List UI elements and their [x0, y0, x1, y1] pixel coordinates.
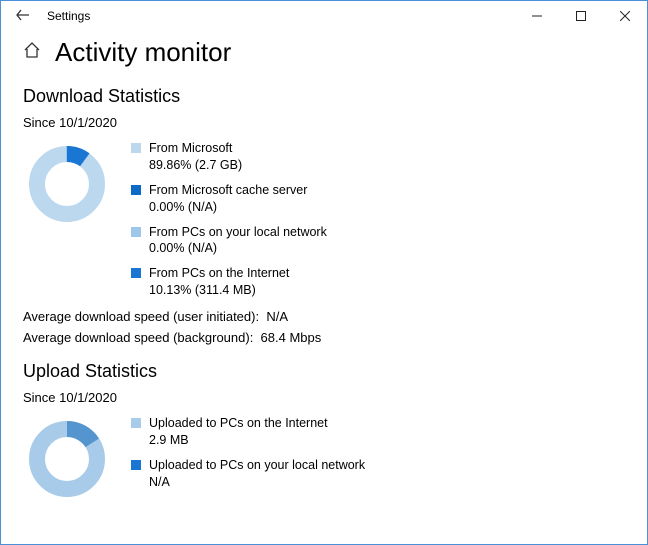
upload-since: Since 10/1/2020 — [23, 390, 625, 405]
download-since: Since 10/1/2020 — [23, 115, 625, 130]
legend-label: From Microsoft — [149, 140, 242, 157]
legend-label: From PCs on the Internet — [149, 265, 289, 282]
legend-value: 0.00% (N/A) — [149, 240, 327, 257]
avg-label: Average download speed (background): — [23, 330, 253, 345]
window-controls — [515, 1, 647, 31]
legend-label: From Microsoft cache server — [149, 182, 307, 199]
avg-label: Average download speed (user initiated): — [23, 309, 259, 324]
legend-value: 89.86% (2.7 GB) — [149, 157, 242, 174]
content-area: Activity monitor Download Statistics Sin… — [1, 31, 647, 528]
legend-value: 2.9 MB — [149, 432, 328, 449]
download-section-title: Download Statistics — [23, 86, 625, 107]
swatch-icon — [131, 143, 141, 153]
legend-label: Uploaded to PCs on the Internet — [149, 415, 328, 432]
upload-legend: Uploaded to PCs on the Internet 2.9 MB U… — [131, 415, 365, 491]
swatch-icon — [131, 185, 141, 195]
upload-stats-block: Uploaded to PCs on the Internet 2.9 MB U… — [23, 415, 625, 508]
avg-download-user: Average download speed (user initiated):… — [23, 309, 625, 324]
avg-value: 68.4 Mbps — [261, 330, 322, 345]
swatch-icon — [131, 418, 141, 428]
upload-section-title: Upload Statistics — [23, 361, 625, 382]
legend-item: Uploaded to PCs on the Internet 2.9 MB — [131, 415, 365, 449]
legend-value: 10.13% (311.4 MB) — [149, 282, 289, 299]
legend-item: From PCs on your local network 0.00% (N/… — [131, 224, 327, 258]
page-title: Activity monitor — [55, 37, 231, 68]
download-stats-block: From Microsoft 89.86% (2.7 GB) From Micr… — [23, 140, 625, 299]
swatch-icon — [131, 227, 141, 237]
back-button[interactable] — [5, 8, 41, 25]
download-donut-chart — [23, 140, 113, 233]
legend-label: Uploaded to PCs on your local network — [149, 457, 365, 474]
swatch-icon — [131, 268, 141, 278]
legend-item: Uploaded to PCs on your local network N/… — [131, 457, 365, 491]
close-button[interactable] — [603, 1, 647, 31]
legend-item: From Microsoft 89.86% (2.7 GB) — [131, 140, 327, 174]
titlebar: Settings — [1, 1, 647, 31]
legend-value: 0.00% (N/A) — [149, 199, 307, 216]
page-header: Activity monitor — [23, 37, 625, 68]
window-title: Settings — [47, 9, 90, 23]
minimize-button[interactable] — [515, 1, 559, 31]
upload-donut-chart — [23, 415, 113, 508]
legend-value: N/A — [149, 474, 365, 491]
avg-value: N/A — [266, 309, 288, 324]
avg-download-background: Average download speed (background): 68.… — [23, 330, 625, 345]
home-icon[interactable] — [23, 41, 41, 64]
legend-label: From PCs on your local network — [149, 224, 327, 241]
swatch-icon — [131, 460, 141, 470]
download-legend: From Microsoft 89.86% (2.7 GB) From Micr… — [131, 140, 327, 299]
legend-item: From PCs on the Internet 10.13% (311.4 M… — [131, 265, 327, 299]
legend-item: From Microsoft cache server 0.00% (N/A) — [131, 182, 327, 216]
maximize-button[interactable] — [559, 1, 603, 31]
